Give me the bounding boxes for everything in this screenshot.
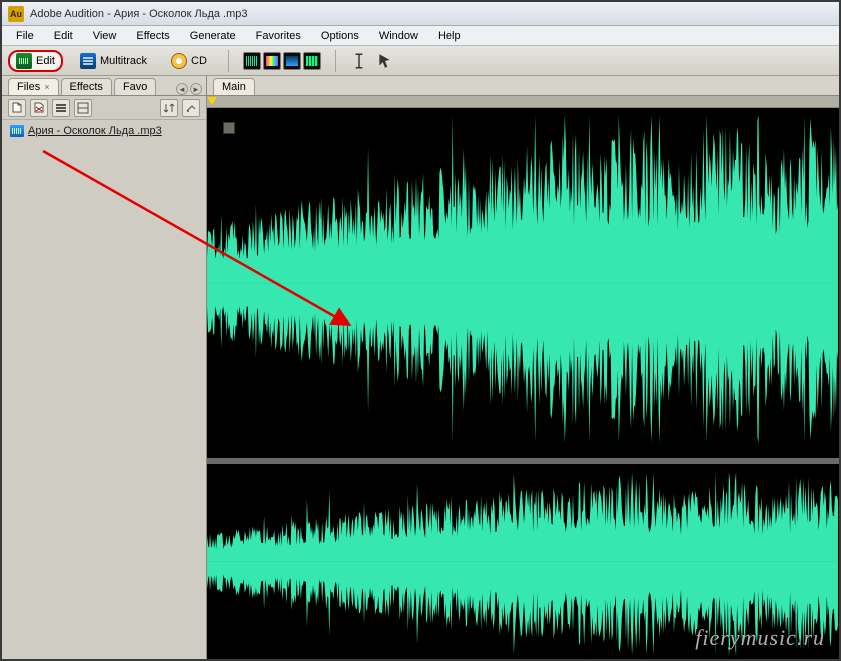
toolbar-separator [228,50,229,72]
options-icon[interactable] [182,99,200,117]
view-spectral-pan-icon[interactable] [283,52,301,70]
channel-handle-icon[interactable] [223,122,235,134]
tab-main-label: Main [222,81,246,93]
tab-effects-label: Effects [70,81,103,93]
menu-window[interactable]: Window [371,28,426,44]
close-icon[interactable]: × [44,82,49,92]
cursor-tools [350,52,394,70]
left-panel-tabs: Files × Effects Favo ◄ ► [2,76,206,96]
app-icon: Au [8,6,24,22]
waveform-channel-left[interactable] [207,108,839,458]
watermark-text: fierymusic.ru [695,625,825,651]
file-list-item[interactable]: Ария - Осколок Льда .mp3 [8,124,200,138]
pointer-tool-icon[interactable] [376,52,394,70]
tab-favorites-label: Favo [123,81,147,93]
cd-icon [171,53,187,69]
audio-file-icon [10,125,24,137]
playhead-marker-icon[interactable] [207,97,217,105]
left-panel: Files × Effects Favo ◄ ► [2,76,207,659]
menu-generate[interactable]: Generate [182,28,244,44]
file-name-label: Ария - Осколок Льда .mp3 [28,125,162,137]
mode-toolbar: Edit Multitrack CD [2,46,839,76]
sort-icon[interactable] [160,99,178,117]
workspace: Files × Effects Favo ◄ ► [2,76,839,659]
view-waveform-icon[interactable] [243,52,261,70]
timeline-ruler[interactable] [207,96,839,108]
import-file-icon[interactable] [8,99,26,117]
main-panel: Main fierymusic.ru [207,76,839,659]
waveform-display[interactable]: fierymusic.ru [207,108,839,659]
menu-effects[interactable]: Effects [128,28,177,44]
title-bar: Au Adobe Audition - Ария - Осколок Льда … [2,2,839,26]
menu-help[interactable]: Help [430,28,469,44]
tab-files[interactable]: Files × [8,78,59,95]
file-list: Ария - Осколок Льда .mp3 [2,120,206,659]
menu-bar: File Edit View Effects Generate Favorite… [2,26,839,46]
close-file-icon[interactable] [30,99,48,117]
view-icons-group [243,52,321,70]
tab-files-label: Files [17,81,40,93]
main-panel-tabs: Main [207,76,839,96]
tab-favorites[interactable]: Favo [114,78,156,95]
ibeam-tool-icon[interactable] [350,52,368,70]
tab-nav-arrows: ◄ ► [176,83,202,95]
app-window: Au Adobe Audition - Ария - Осколок Льда … [0,0,841,661]
mode-edit-button[interactable]: Edit [8,50,63,72]
mode-edit-label: Edit [36,55,55,67]
waveform-icon [16,53,32,69]
toolbar-separator [335,50,336,72]
tab-main[interactable]: Main [213,78,255,95]
edit-file-icon[interactable] [74,99,92,117]
menu-view[interactable]: View [85,28,125,44]
menu-file[interactable]: File [8,28,42,44]
tab-scroll-right-icon[interactable]: ► [190,83,202,95]
mode-multitrack-label: Multitrack [100,55,147,67]
tab-effects[interactable]: Effects [61,78,112,95]
insert-multitrack-icon[interactable] [52,99,70,117]
view-spectral-phase-icon[interactable] [303,52,321,70]
menu-options[interactable]: Options [313,28,367,44]
window-title: Adobe Audition - Ария - Осколок Льда .mp… [30,8,248,20]
mode-cd-button[interactable]: CD [164,50,214,72]
menu-edit[interactable]: Edit [46,28,81,44]
mode-multitrack-button[interactable]: Multitrack [73,50,154,72]
tab-scroll-left-icon[interactable]: ◄ [176,83,188,95]
mode-cd-label: CD [191,55,207,67]
menu-favorites[interactable]: Favorites [248,28,309,44]
multitrack-icon [80,53,96,69]
view-spectral-frequency-icon[interactable] [263,52,281,70]
files-toolbar [2,96,206,120]
